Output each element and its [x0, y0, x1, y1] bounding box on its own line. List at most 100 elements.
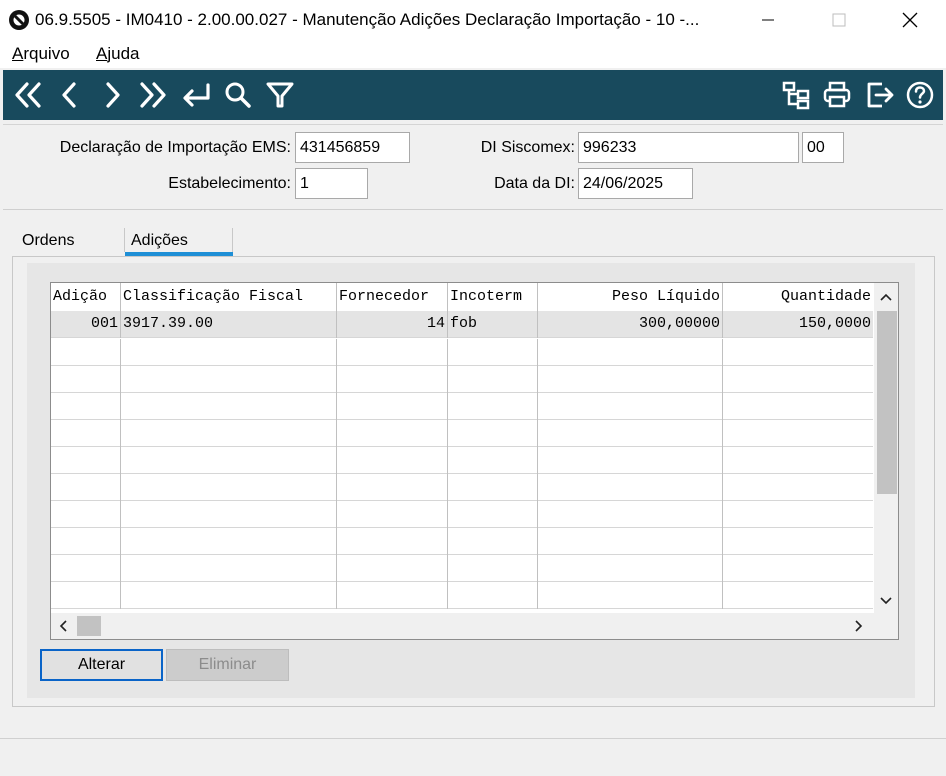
cell-quantidade: 150,0000	[798, 315, 871, 332]
cell-peso-liquido: 300,00000	[538, 311, 723, 338]
close-button[interactable]	[887, 0, 933, 40]
menu-arquivo-label: rquivo	[23, 44, 70, 63]
column-header-fornecedor[interactable]: Fornecedor	[337, 283, 448, 311]
cell-classificacao-fiscal: 3917.39.00	[121, 311, 337, 338]
grid-cell	[51, 501, 121, 528]
grid-cell	[538, 474, 723, 501]
grid-cell	[448, 555, 538, 582]
scroll-left-arrow[interactable]	[52, 615, 74, 637]
grid-cell	[723, 447, 873, 474]
exit-button[interactable]	[863, 78, 897, 112]
exit-icon	[867, 82, 894, 108]
close-icon	[902, 12, 918, 28]
di-siscomex-label: DI Siscomex:	[480, 139, 575, 156]
table-row[interactable]	[51, 447, 873, 474]
table-row[interactable]	[51, 366, 873, 393]
grid-cell	[538, 393, 723, 420]
column-header-classificacao-fiscal[interactable]: Classificação Fiscal	[121, 283, 337, 311]
grid-cell	[121, 582, 337, 609]
table-row[interactable]	[51, 339, 873, 366]
grid-cell	[448, 582, 538, 609]
table-row[interactable]	[51, 474, 873, 501]
search-button[interactable]	[221, 78, 255, 112]
help-icon	[906, 81, 934, 109]
grid-cell	[51, 393, 121, 420]
data-di-label: Data da DI:	[494, 175, 575, 192]
data-di-field[interactable]: 24/06/2025	[578, 168, 693, 199]
column-header-incoterm[interactable]: Incoterm	[448, 283, 538, 311]
chevron-down-icon	[880, 597, 892, 605]
di-siscomex-suffix-field[interactable]: 00	[802, 132, 844, 163]
tab-divider	[232, 228, 233, 252]
status-bar	[0, 738, 946, 776]
grid-cell	[51, 366, 121, 393]
table-row[interactable]: 001 3917.39.00 14 fob 300,00000 150,0000	[51, 311, 873, 338]
estabelecimento-field[interactable]: 1	[295, 168, 368, 199]
grid-cell	[538, 528, 723, 555]
scroll-up-arrow[interactable]	[875, 286, 897, 308]
vertical-scrollbar[interactable]	[874, 283, 898, 613]
grid-cell	[121, 528, 337, 555]
table-row[interactable]	[51, 420, 873, 447]
grid-cell	[723, 366, 873, 393]
grid-cell	[538, 366, 723, 393]
alterar-button[interactable]: Alterar	[40, 649, 163, 681]
scroll-down-arrow[interactable]	[875, 590, 897, 612]
adicoes-grid[interactable]: Adição Classificação Fiscal Fornecedor I…	[50, 282, 899, 640]
grid-cell	[121, 420, 337, 447]
grid-cell	[337, 393, 448, 420]
horizontal-scrollbar[interactable]	[51, 613, 898, 639]
menu-bar: Arquivo Ajuda	[0, 40, 946, 68]
vertical-scroll-thumb[interactable]	[877, 311, 897, 494]
toolbar	[3, 70, 943, 120]
previous-record-button[interactable]	[53, 78, 87, 112]
next-icon	[106, 82, 120, 108]
grid-cell	[448, 420, 538, 447]
tab-ordens[interactable]: Ordens	[22, 232, 74, 250]
menu-arquivo[interactable]: Arquivo	[12, 44, 70, 64]
next-record-button[interactable]	[95, 78, 129, 112]
last-icon	[140, 82, 166, 108]
grid-cell	[448, 447, 538, 474]
grid-cell	[538, 339, 723, 366]
tab-divider	[124, 228, 125, 252]
menu-ajuda[interactable]: Ajuda	[96, 44, 139, 64]
chevron-right-icon	[855, 620, 863, 632]
di-ems-field[interactable]: 431456859	[295, 132, 410, 163]
maximize-button[interactable]	[816, 0, 862, 40]
table-row[interactable]	[51, 582, 873, 609]
grid-cell	[337, 555, 448, 582]
grid-cell	[723, 555, 873, 582]
grid-cell	[538, 555, 723, 582]
goto-icon	[183, 83, 210, 107]
print-button[interactable]	[820, 78, 854, 112]
table-row[interactable]	[51, 555, 873, 582]
column-header-adicao[interactable]: Adição	[51, 283, 121, 311]
di-ems-label: Declaração de Importação EMS:	[59, 139, 291, 156]
scroll-right-arrow[interactable]	[848, 615, 870, 637]
grid-header: Adição Classificação Fiscal Fornecedor I…	[51, 283, 873, 311]
horizontal-scroll-thumb[interactable]	[77, 616, 101, 636]
table-row[interactable]	[51, 501, 873, 528]
grid-cell	[448, 474, 538, 501]
tab-adicoes[interactable]: Adições	[131, 232, 188, 250]
table-row[interactable]	[51, 393, 873, 420]
grid-cell	[51, 447, 121, 474]
eliminar-button: Eliminar	[166, 649, 289, 681]
minimize-icon	[762, 19, 774, 21]
grid-cell	[723, 501, 873, 528]
column-header-quantidade[interactable]: Quantidade	[723, 283, 873, 311]
last-record-button[interactable]	[136, 78, 170, 112]
di-siscomex-field[interactable]: 996233	[578, 132, 799, 163]
first-record-button[interactable]	[11, 78, 45, 112]
hierarchy-button[interactable]	[779, 78, 813, 112]
goto-button[interactable]	[179, 78, 213, 112]
grid-cell	[538, 501, 723, 528]
help-button[interactable]	[903, 78, 937, 112]
minimize-button[interactable]	[745, 0, 791, 40]
grid-cell	[448, 528, 538, 555]
window-title: 06.9.5505 - IM0410 - 2.00.00.027 - Manut…	[35, 10, 700, 29]
filter-button[interactable]	[263, 78, 297, 112]
column-header-peso-liquido[interactable]: Peso Líquido	[538, 283, 723, 311]
table-row[interactable]	[51, 528, 873, 555]
